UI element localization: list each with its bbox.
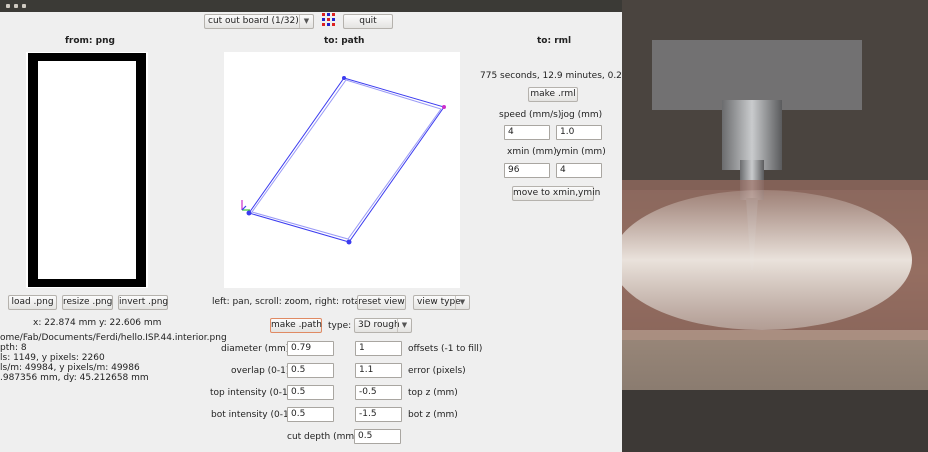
move-to-origin-button[interactable]: move to xmin,ymin [512,186,600,201]
cut-depth-field[interactable]: 0.5 [354,429,401,444]
window-title-strip [0,0,622,12]
png-info: ome/Fab/Documents/Ferdi/hello.ISP.44.int… [0,333,227,383]
invert-png-button[interactable]: invert .png [118,295,168,310]
ymin-field[interactable]: 4 [556,163,602,178]
diameter-field[interactable]: 0.79 [287,341,334,356]
png-info-line: pth: 8 [0,343,27,353]
bot-intensity-label: bot intensity (0-1) [211,410,293,420]
type-label: type: [328,321,352,331]
top-z-field[interactable]: -0.5 [355,385,402,400]
jog-field[interactable]: 1.0 [556,125,602,140]
make-path-button[interactable]: make .path [270,318,322,333]
time-estimate: 775 seconds, 12.9 minutes, 0.22 hour [480,71,622,81]
milling-photo [622,0,928,452]
overlap-label: overlap (0-1) [231,366,290,376]
fab-modules-window: cut out board (1/32) ▼ quit from: png to… [0,0,622,452]
cut-depth-label: cut depth (mm) [287,432,358,442]
png-info-line: ome/Fab/Documents/Ferdi/hello.ISP.44.int… [0,333,227,343]
view-type-select[interactable]: view type ▼ [413,295,470,310]
top-z-label: top z (mm) [408,388,458,398]
jog-label: jog (mm) [561,110,603,120]
path-type-value: 3D rough [358,320,400,330]
board-outline-image [28,53,146,287]
png-info-line: ls: 1149, y pixels: 2260 [0,353,105,363]
chevron-down-icon: ▼ [455,296,469,309]
top-intensity-label: top intensity (0-1) [210,388,292,398]
error-label: error (pixels) [408,366,466,376]
path-type-select[interactable]: 3D rough ▼ [354,318,412,333]
color-grid-icon[interactable] [322,13,336,27]
xmin-label: xmin (mm) [507,147,557,157]
reset-view-button[interactable]: reset view [357,295,406,310]
png-info-line: ls/m: 49984, y pixels/m: 49986 [0,363,140,373]
overlap-field[interactable]: 0.5 [287,363,334,378]
path-3d-view[interactable] [224,52,460,288]
top-intensity-field[interactable]: 0.5 [287,385,334,400]
png-panel-header: from: png [65,36,115,46]
view-controls-hint: left: pan, scroll: zoom, right: rotate [212,297,370,307]
process-select-value: cut out board (1/32) [208,16,299,26]
chevron-down-icon: ▼ [299,15,313,28]
process-select[interactable]: cut out board (1/32) ▼ [204,14,314,29]
speed-field[interactable]: 4 [504,125,550,140]
diameter-label: diameter (mm) [221,344,290,354]
bot-z-label: bot z (mm) [408,410,458,420]
make-rml-button[interactable]: make .rml [528,87,578,102]
offsets-label: offsets (-1 to fill) [408,344,483,354]
offsets-field[interactable]: 1 [355,341,402,356]
quit-button[interactable]: quit [343,14,393,29]
error-field[interactable]: 1.1 [355,363,402,378]
bot-z-field[interactable]: -1.5 [355,407,402,422]
path-panel-header: to: path [324,36,365,46]
xmin-field[interactable]: 96 [504,163,550,178]
chevron-down-icon: ▼ [397,319,411,332]
speed-label: speed (mm/s) [499,110,562,120]
load-png-button[interactable]: load .png [8,295,57,310]
png-preview [26,52,148,288]
bot-intensity-field[interactable]: 0.5 [287,407,334,422]
ymin-label: ymin (mm) [556,147,606,157]
resize-png-button[interactable]: resize .png [62,295,113,310]
rml-panel-header: to: rml [537,36,572,46]
png-info-line: .987356 mm, dy: 45.212658 mm [0,373,149,383]
png-size-readout: x: 22.874 mm y: 22.606 mm [33,318,162,328]
axis-gizmo-icon [241,200,250,211]
